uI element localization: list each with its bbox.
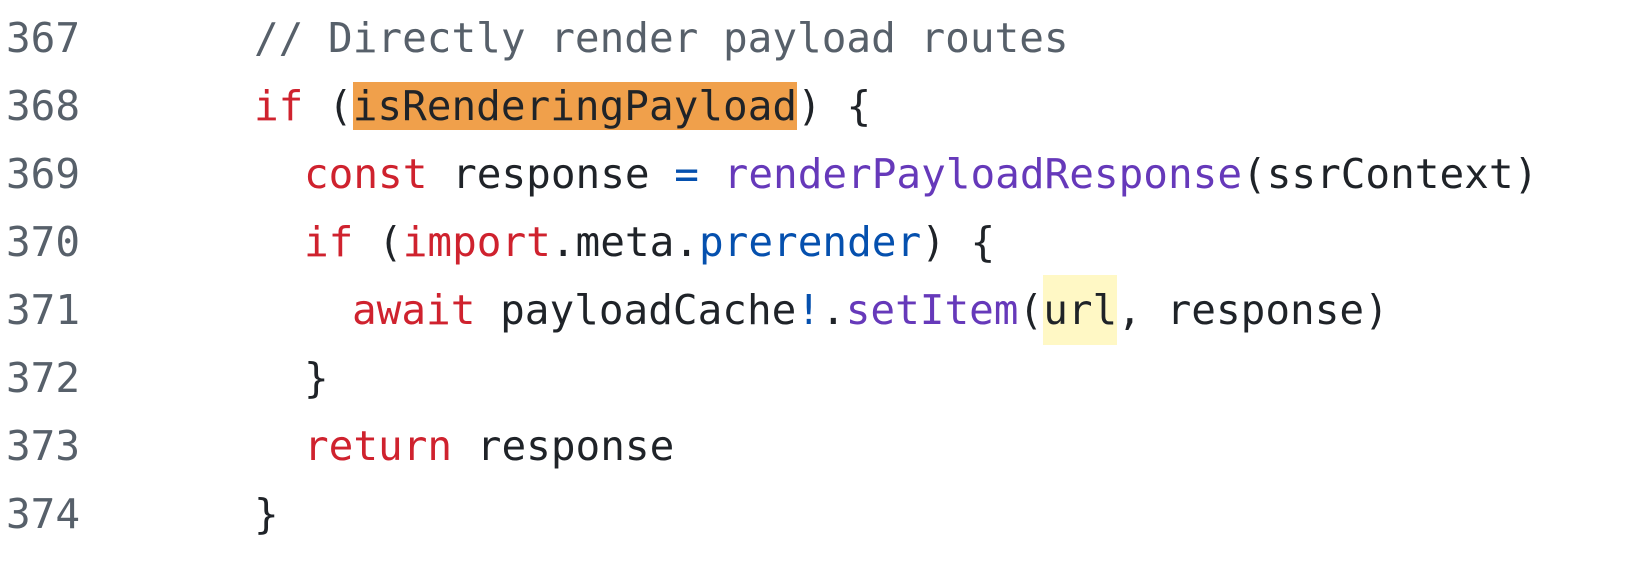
code-text: if (import.meta.prerender) { (304, 206, 995, 278)
code-line-369: 369 const response = renderPayloadRespon… (0, 138, 1640, 210)
code-line-368: 368 if (isRenderingPayload) { (0, 70, 1640, 142)
punctuation-token: ) { (797, 82, 872, 130)
identifier-token: , response) (1117, 286, 1389, 334)
keyword-token: if (254, 82, 304, 130)
line-number[interactable]: 372 (6, 342, 80, 414)
code-text: if (isRenderingPayload) { (254, 70, 871, 142)
code-text: return response (304, 410, 674, 482)
line-number[interactable]: 370 (6, 206, 80, 278)
keyword-token: return (304, 422, 453, 470)
punctuation-token: . (821, 286, 846, 334)
code-view: 367 // Directly render payload routes 36… (0, 0, 1640, 578)
identifier-token: response (452, 422, 675, 470)
code-line-372: 372 } (0, 342, 1640, 414)
function-token: renderPayloadResponse (723, 150, 1243, 198)
search-match-highlight: isRenderingPayload (352, 82, 798, 130)
property-token: prerender (698, 218, 922, 266)
punctuation-token: ( (353, 218, 403, 266)
identifier-token: response (427, 150, 675, 198)
code-text: } (304, 342, 329, 414)
code-text: await payloadCache!.setItem(url, respons… (352, 274, 1389, 346)
line-number[interactable]: 374 (6, 478, 80, 550)
keyword-token: if (304, 218, 354, 266)
code-text: } (254, 478, 279, 550)
identifier-token: (ssrContext) (1242, 150, 1539, 198)
punctuation-token: ( (1018, 286, 1044, 334)
line-number[interactable]: 368 (6, 70, 80, 142)
code-text: // Directly render payload routes (254, 2, 1069, 74)
identifier-token: .meta. (550, 218, 699, 266)
code-line-373: 373 return response (0, 410, 1640, 482)
code-line-374: 374 } (0, 478, 1640, 550)
code-line-370: 370 if (import.meta.prerender) { (0, 206, 1640, 278)
comment-token: // Directly render payload routes (254, 14, 1069, 62)
code-line-367: 367 // Directly render payload routes (0, 2, 1640, 74)
operator-token: = (674, 150, 699, 198)
operator-token: ! (796, 286, 822, 334)
punctuation-token: ) { (921, 218, 996, 266)
punctuation-token: ( (303, 82, 353, 130)
keyword-token: const (304, 150, 428, 198)
line-number[interactable]: 369 (6, 138, 80, 210)
keyword-token: await (352, 286, 476, 334)
line-number[interactable]: 371 (6, 274, 80, 346)
line-number[interactable]: 373 (6, 410, 80, 482)
punctuation-token: } (304, 354, 329, 402)
function-token: setItem (845, 286, 1019, 334)
identifier-token: payloadCache (475, 286, 797, 334)
keyword-token: import (402, 218, 551, 266)
word-occurrence-highlight: url (1043, 275, 1118, 345)
code-text: const response = renderPayloadResponse(s… (304, 138, 1538, 210)
code-line-371: 371 await payloadCache!.setItem(url, res… (0, 274, 1640, 346)
line-number[interactable]: 367 (6, 2, 80, 74)
punctuation-token: } (254, 490, 279, 538)
